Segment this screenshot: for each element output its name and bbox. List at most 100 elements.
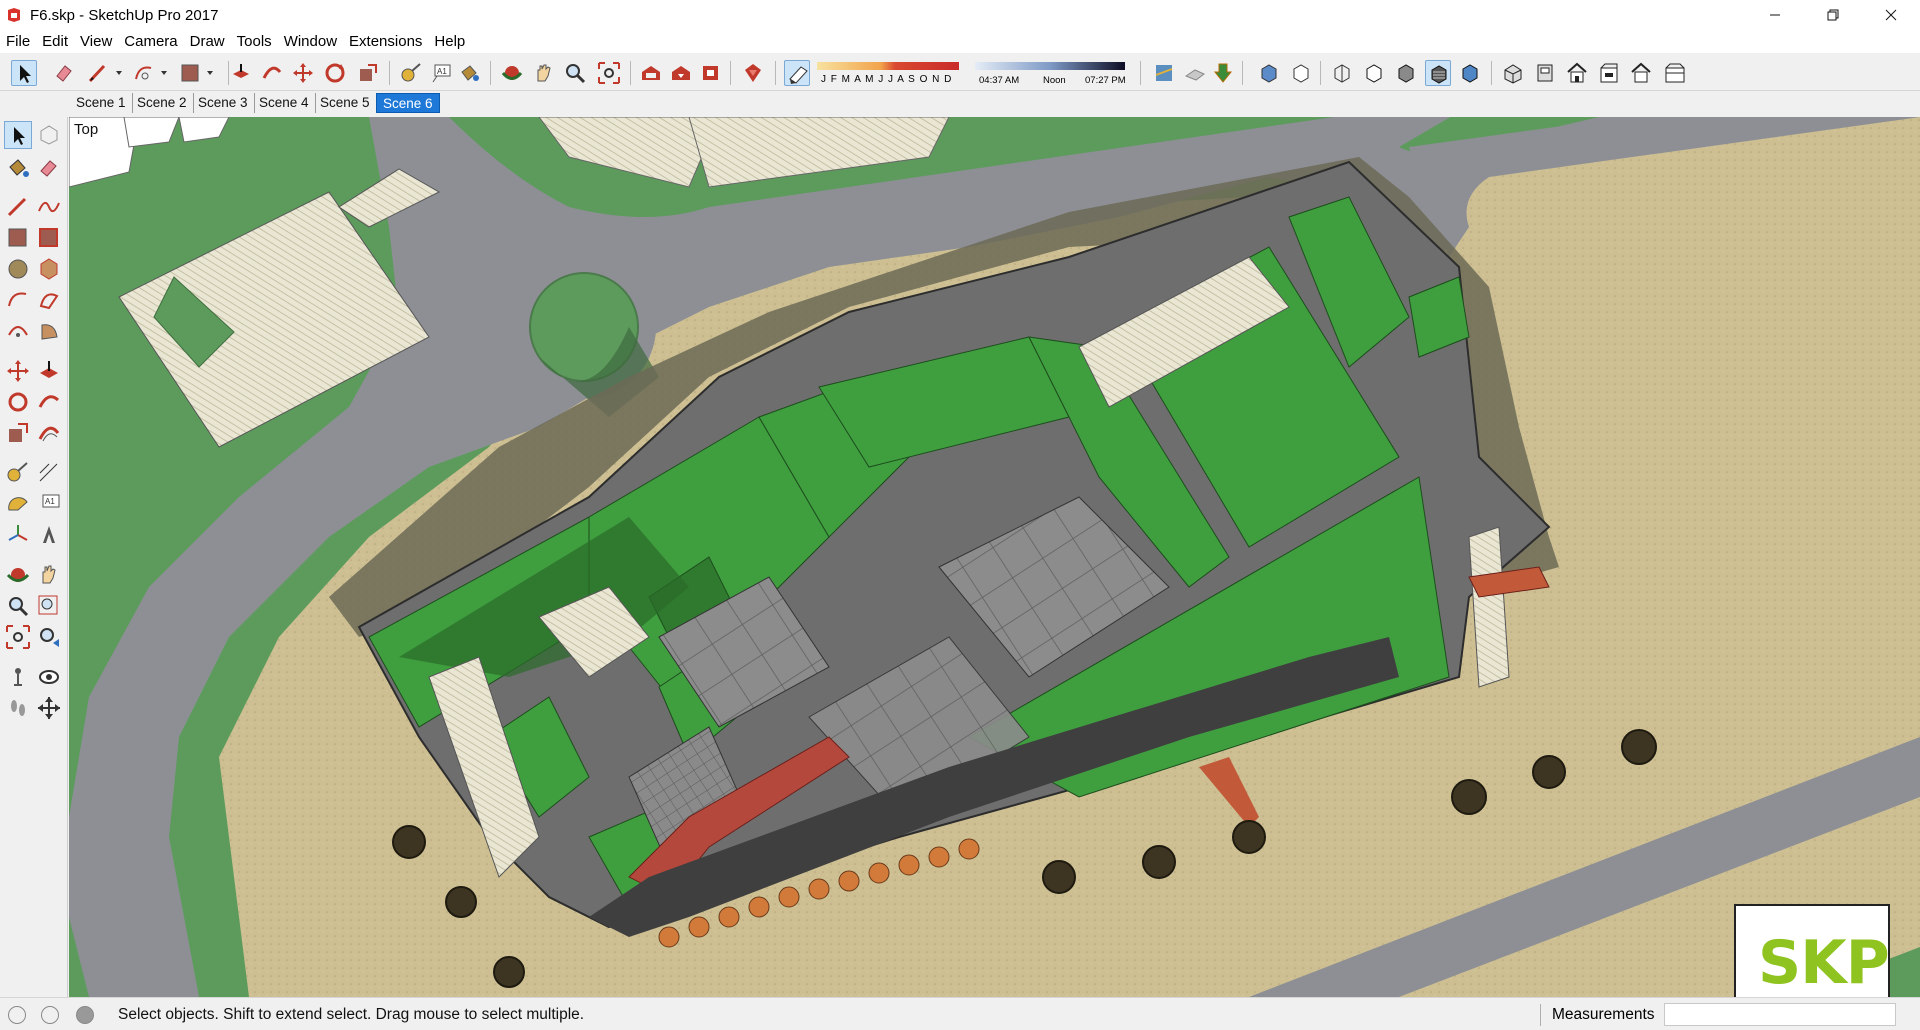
menu-tools[interactable]: Tools: [231, 30, 278, 53]
line-tool-icon[interactable]: [4, 193, 32, 221]
scale-tool-icon[interactable]: [4, 419, 32, 447]
view-front-icon[interactable]: [1564, 60, 1590, 86]
credits-icon[interactable]: [41, 1006, 59, 1024]
shadows-toggle-icon[interactable]: [784, 60, 810, 86]
zoom-icon[interactable]: [562, 60, 588, 86]
menu-camera[interactable]: Camera: [118, 30, 183, 53]
tab-scene-5[interactable]: Scene 5: [314, 93, 377, 113]
section-plane-icon[interactable]: [35, 694, 63, 722]
menu-edit[interactable]: Edit: [36, 30, 74, 53]
pan-icon[interactable]: [530, 60, 556, 86]
three-point-arc-icon[interactable]: [4, 317, 32, 345]
sandbox-from-contours-icon[interactable]: [1151, 60, 1177, 86]
view-back-icon[interactable]: [1628, 60, 1654, 86]
shape-tool-icon[interactable]: [177, 60, 203, 86]
add-location-icon[interactable]: [1210, 60, 1236, 86]
style-back-edges-icon[interactable]: [1288, 60, 1314, 86]
pan-icon[interactable]: [35, 561, 63, 589]
rotate-tool-icon[interactable]: [4, 388, 32, 416]
close-icon[interactable]: [1862, 0, 1920, 30]
zoom-extents-icon[interactable]: [4, 623, 32, 651]
move-tool-icon[interactable]: [4, 357, 32, 385]
text-tool-icon[interactable]: A1: [35, 490, 63, 518]
share-model-icon[interactable]: [668, 60, 694, 86]
view-left-icon[interactable]: [1662, 60, 1688, 86]
menu-file[interactable]: File: [0, 30, 36, 53]
push-pull-icon[interactable]: [35, 357, 63, 385]
follow-me-icon[interactable]: [35, 388, 63, 416]
extension-warehouse-icon[interactable]: [698, 60, 724, 86]
model-viewport[interactable]: [69, 117, 1920, 997]
tape-measure-icon[interactable]: [398, 60, 424, 86]
menu-view[interactable]: View: [74, 30, 118, 53]
orbit-icon[interactable]: [499, 60, 525, 86]
paint-bucket-icon[interactable]: [4, 154, 32, 182]
style-shaded-textures-icon[interactable]: [1425, 60, 1451, 86]
warehouse-icon[interactable]: [638, 60, 664, 86]
paint-bucket-icon[interactable]: [456, 60, 482, 86]
tab-scene-2[interactable]: Scene 2: [131, 93, 194, 113]
style-wireframe-icon[interactable]: [1329, 60, 1355, 86]
tab-scene-1[interactable]: Scene 1: [70, 93, 133, 113]
follow-me-icon[interactable]: [259, 60, 285, 86]
line-tool-icon[interactable]: [85, 60, 111, 86]
menu-help[interactable]: Help: [428, 30, 471, 53]
zoom-icon[interactable]: [4, 592, 32, 620]
style-shaded-icon[interactable]: [1393, 60, 1419, 86]
orbit-icon[interactable]: [4, 561, 32, 589]
zoom-extents-icon[interactable]: [596, 60, 622, 86]
offset-icon[interactable]: [35, 419, 63, 447]
menu-draw[interactable]: Draw: [184, 30, 231, 53]
view-iso-icon[interactable]: [1500, 60, 1526, 86]
view-top-icon[interactable]: [1532, 60, 1558, 86]
menu-window[interactable]: Window: [278, 30, 343, 53]
minimize-icon[interactable]: [1746, 0, 1804, 30]
eraser-icon[interactable]: [35, 154, 63, 182]
tab-scene-4[interactable]: Scene 4: [253, 93, 316, 113]
status-bar: Select objects. Shift to extend select. …: [0, 997, 1920, 1030]
style-xray-icon[interactable]: [1256, 60, 1282, 86]
eraser-icon[interactable]: [51, 60, 77, 86]
style-hidden-line-icon[interactable]: [1361, 60, 1387, 86]
rotated-rectangle-icon[interactable]: [35, 224, 63, 252]
geo-location-icon[interactable]: [8, 1006, 26, 1024]
style-monochrome-icon[interactable]: [1457, 60, 1483, 86]
push-pull-icon[interactable]: [228, 60, 254, 86]
tab-scene-6[interactable]: Scene 6: [376, 93, 440, 113]
rectangle-icon[interactable]: [4, 224, 32, 252]
select-tool-icon[interactable]: [11, 60, 37, 86]
freehand-icon[interactable]: [35, 193, 63, 221]
protractor-icon[interactable]: [4, 490, 32, 518]
pie-icon[interactable]: [35, 317, 63, 345]
zoom-window-icon[interactable]: [35, 592, 63, 620]
two-point-arc-icon[interactable]: [35, 286, 63, 314]
move-tool-icon[interactable]: [290, 60, 316, 86]
position-camera-icon[interactable]: [4, 663, 32, 691]
three-d-text-icon[interactable]: [35, 521, 63, 549]
select-tool-icon[interactable]: [4, 121, 32, 149]
extension-ruby-icon[interactable]: [740, 60, 766, 86]
previous-view-icon[interactable]: [35, 623, 63, 651]
toolbar-separator: [490, 61, 491, 85]
dimension-icon[interactable]: [35, 459, 63, 487]
axes-icon[interactable]: [4, 521, 32, 549]
view-right-icon[interactable]: [1596, 60, 1622, 86]
text-tool-icon[interactable]: A1: [428, 60, 454, 86]
make-component-icon[interactable]: [35, 121, 63, 149]
measurements-input[interactable]: [1664, 1003, 1896, 1026]
scale-tool-icon[interactable]: [355, 60, 381, 86]
tape-measure-icon[interactable]: [4, 459, 32, 487]
menu-extensions[interactable]: Extensions: [343, 30, 428, 53]
user-account-icon[interactable]: [76, 1006, 94, 1024]
shape-dropdown-icon[interactable]: [203, 60, 229, 86]
tab-scene-3[interactable]: Scene 3: [192, 93, 255, 113]
rotate-tool-icon[interactable]: [322, 60, 348, 86]
arc-icon[interactable]: [4, 286, 32, 314]
arc-tool-icon[interactable]: [131, 60, 157, 86]
sandbox-smoove-icon[interactable]: [1182, 60, 1208, 86]
restore-icon[interactable]: [1804, 0, 1862, 30]
walk-icon[interactable]: [4, 694, 32, 722]
look-around-icon[interactable]: [35, 663, 63, 691]
polygon-icon[interactable]: [35, 255, 63, 283]
circle-icon[interactable]: [4, 255, 32, 283]
